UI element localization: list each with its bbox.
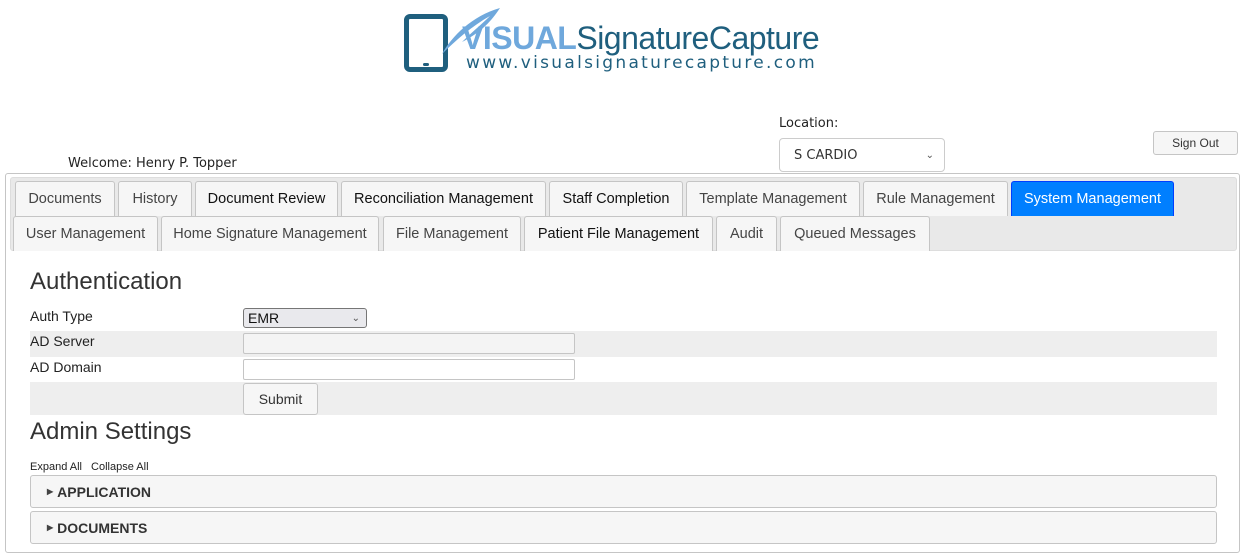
tab-user-management[interactable]: User Management	[13, 216, 158, 251]
tab-staff-completion[interactable]: Staff Completion	[549, 181, 683, 216]
brand-name: VISUALSignatureCapture	[462, 20, 820, 56]
accordion-label: DOCUMENTS	[57, 519, 148, 536]
tab-bar: Documents History Document Review Reconc…	[10, 177, 1237, 251]
ad-server-label: AD Server	[30, 333, 95, 349]
tab-patient-file-management[interactable]: Patient File Management	[524, 216, 713, 251]
ad-domain-row: AD Domain	[30, 357, 1217, 383]
submit-row	[30, 382, 1217, 415]
collapse-all-link[interactable]: Collapse All	[91, 461, 148, 473]
brand-url: www.visualsignaturecapture.com	[466, 53, 817, 73]
caret-right-icon: ▶	[47, 487, 54, 496]
submit-button[interactable]: Submit	[243, 383, 318, 415]
welcome-text: Welcome: Henry P. Topper	[68, 156, 237, 171]
auth-type-label: Auth Type	[30, 308, 93, 324]
expand-collapse-links: Expand All Collapse All	[30, 461, 155, 473]
tab-queued-messages[interactable]: Queued Messages	[780, 216, 930, 251]
tab-system-management[interactable]: System Management	[1011, 181, 1174, 216]
tab-rule-management[interactable]: Rule Management	[863, 181, 1008, 216]
chevron-down-icon: ⌄	[351, 312, 360, 324]
location-label: Location:	[779, 116, 839, 131]
auth-type-select[interactable]: EMR ⌄	[243, 308, 367, 328]
tab-file-management[interactable]: File Management	[383, 216, 521, 251]
chevron-down-icon: ⌄	[925, 149, 934, 161]
sign-out-button[interactable]: Sign Out	[1153, 131, 1238, 155]
tab-reconciliation-management[interactable]: Reconciliation Management	[341, 181, 546, 216]
brand-rest: SignatureCapture	[576, 20, 820, 56]
auth-type-row: Auth Type	[30, 305, 1217, 331]
accordion-application[interactable]: ▶ APPLICATION	[30, 475, 1217, 508]
caret-right-icon: ▶	[47, 523, 54, 532]
authentication-heading: Authentication	[30, 268, 183, 295]
accordion-documents[interactable]: ▶ DOCUMENTS	[30, 511, 1217, 544]
main-panel: Documents History Document Review Reconc…	[5, 173, 1240, 553]
accordion-label: APPLICATION	[57, 483, 152, 500]
expand-all-link[interactable]: Expand All	[30, 461, 82, 473]
tab-audit[interactable]: Audit	[716, 216, 777, 251]
location-select[interactable]: S CARDIO ⌄	[779, 138, 945, 172]
admin-settings-heading: Admin Settings	[30, 418, 192, 445]
ad-domain-input[interactable]	[243, 359, 575, 380]
location-value: S CARDIO	[794, 147, 858, 163]
brand-bold: VISUAL	[462, 20, 577, 56]
tab-document-review[interactable]: Document Review	[195, 181, 338, 216]
ad-server-input[interactable]	[243, 333, 575, 354]
app-logo: VISUALSignatureCapture www.visualsignatu…	[404, 6, 828, 74]
ad-server-row: AD Server	[30, 331, 1217, 357]
tab-history[interactable]: History	[118, 181, 192, 216]
tab-template-management[interactable]: Template Management	[686, 181, 860, 216]
auth-type-value: EMR	[248, 310, 280, 326]
tab-home-signature-management[interactable]: Home Signature Management	[161, 216, 379, 251]
tab-documents[interactable]: Documents	[15, 181, 115, 216]
ad-domain-label: AD Domain	[30, 359, 102, 375]
